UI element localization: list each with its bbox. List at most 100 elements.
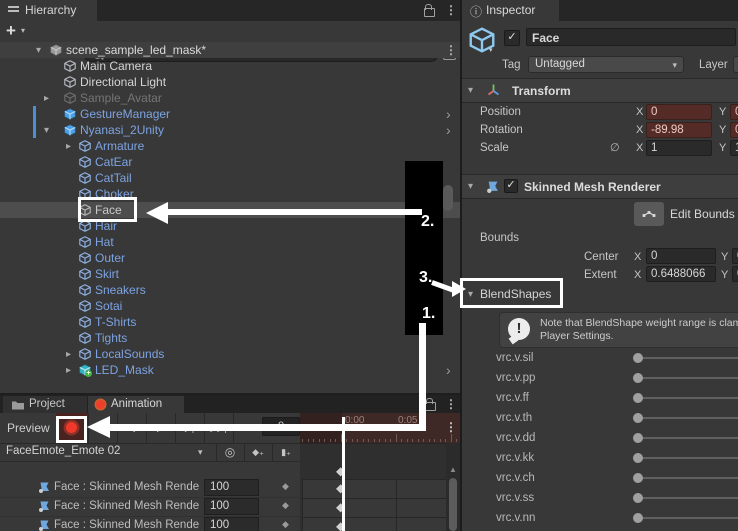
hierarchy-item-led-mask[interactable]: ▸ + LED_Mask › xyxy=(0,362,460,378)
scene-kebab-icon[interactable]: ⋮ xyxy=(445,44,457,56)
name-field[interactable]: Face xyxy=(526,28,736,46)
create-dropdown-icon[interactable]: ▾ xyxy=(21,26,25,35)
clip-dropdown[interactable]: FaceEmote_Emote 02 ▾ xyxy=(0,443,217,462)
blendshape-slider-knob[interactable] xyxy=(633,473,643,483)
prefab-open-chevron[interactable]: › xyxy=(446,363,451,377)
blendshape-slider-track[interactable] xyxy=(638,517,738,519)
hierarchy-item-armature[interactable]: ▸ Armature xyxy=(0,138,460,154)
add-event-button[interactable]: ▮₊ xyxy=(272,443,301,462)
hierarchy-item-catear[interactable]: CatEar xyxy=(0,154,460,170)
dopesheet-track-row[interactable] xyxy=(302,479,448,499)
tab-inspector[interactable]: ⓘ Inspector xyxy=(462,0,559,21)
hierarchy-item-sample-avatar[interactable]: ▸ Sample_Avatar xyxy=(0,90,460,106)
animated-property-row[interactable]: Face : Skinned Mesh Rende 100 ◆ xyxy=(0,497,300,517)
scrollbar-up-icon[interactable]: ▲ xyxy=(449,465,457,474)
hierarchy-item-directional-light[interactable]: Directional Light xyxy=(0,74,460,90)
lock-icon[interactable] xyxy=(424,4,435,17)
extent-x-field[interactable]: 0.6488066 xyxy=(646,266,716,282)
transform-header[interactable]: ▾ Transform xyxy=(462,78,738,103)
scene-row[interactable]: ▾ scene_sample_led_mask* ⋮ xyxy=(0,42,460,58)
edit-bounds-button[interactable] xyxy=(634,202,664,226)
hierarchy-item-sotai[interactable]: Sotai xyxy=(0,298,460,314)
blendshape-slider-knob[interactable] xyxy=(633,493,643,503)
kebab-menu-icon[interactable]: ⋮ xyxy=(445,4,457,16)
blendshape-slider-knob[interactable] xyxy=(633,393,643,403)
extent-y-field[interactable]: 0 xyxy=(732,266,738,282)
tab-project[interactable]: Project xyxy=(3,396,87,413)
hierarchy-item-hair[interactable]: Hair xyxy=(0,218,460,234)
dopesheet-area[interactable]: ◆ ◆ ◆ ◆ xyxy=(300,443,460,531)
blendshape-slider-knob[interactable] xyxy=(633,513,643,523)
foldout-icon[interactable]: ▸ xyxy=(66,350,71,360)
hierarchy-item-gesturemanager[interactable]: GestureManager › xyxy=(0,106,460,122)
rotation-y-field[interactable]: 0 xyxy=(730,122,738,138)
rotation-x-field[interactable]: -89.98 xyxy=(646,122,712,138)
create-object-button[interactable]: + xyxy=(6,21,16,41)
hierarchy-item-t-shirts[interactable]: T-Shirts xyxy=(0,314,460,330)
scale-link-icon[interactable]: ∅ xyxy=(610,141,620,154)
foldout-icon[interactable]: ▸ xyxy=(44,94,49,104)
skinned-mesh-renderer-header[interactable]: ▾ ✓ Skinned Mesh Renderer xyxy=(462,174,738,199)
foldout-icon[interactable]: ▸ xyxy=(66,366,71,376)
blendshape-slider-track[interactable] xyxy=(638,457,738,459)
keyframe-indicator-icon[interactable]: ◆ xyxy=(282,500,289,511)
transform-foldout-icon[interactable]: ▾ xyxy=(468,86,473,96)
active-checkbox[interactable]: ✓ xyxy=(504,30,520,46)
blendshape-slider-knob[interactable] xyxy=(633,353,643,363)
position-x-field[interactable]: 0 xyxy=(646,104,712,120)
hierarchy-item-hat[interactable]: Hat xyxy=(0,234,460,250)
prefab-open-chevron[interactable]: › xyxy=(446,123,451,137)
animation-lock-icon[interactable] xyxy=(425,398,436,411)
hierarchy-item-cattail[interactable]: CatTail xyxy=(0,170,460,186)
hierarchy-item-tights[interactable]: Tights xyxy=(0,330,460,346)
blendshape-slider-knob[interactable] xyxy=(633,413,643,423)
keyframe-indicator-icon[interactable]: ◆ xyxy=(282,481,289,492)
blendshape-slider-knob[interactable] xyxy=(633,453,643,463)
hierarchy-item-outer[interactable]: Outer xyxy=(0,250,460,266)
keyframe-indicator-icon[interactable]: ◆ xyxy=(282,519,289,530)
hierarchy-item-localsounds[interactable]: ▸ LocalSounds xyxy=(0,346,460,362)
foldout-icon[interactable]: ▾ xyxy=(44,126,49,136)
blendshape-slider-track[interactable] xyxy=(638,397,738,399)
prefab-open-chevron[interactable]: › xyxy=(446,107,451,121)
animation-kebab-icon[interactable]: ⋮ xyxy=(445,398,457,410)
animated-property-row[interactable]: Face : Skinned Mesh Rende 100 ◆ xyxy=(0,516,300,531)
tag-dropdown[interactable]: Untagged ▾ xyxy=(528,56,684,73)
blendshape-slider-track[interactable] xyxy=(638,417,738,419)
property-value-field[interactable]: 100 xyxy=(204,479,259,496)
foldout-icon[interactable]: ▸ xyxy=(66,142,71,152)
tab-animation[interactable]: Animation xyxy=(88,396,184,413)
scale-y-field[interactable]: 1 xyxy=(730,140,738,156)
dopesheet-track-row[interactable] xyxy=(302,498,448,518)
smr-foldout-icon[interactable]: ▾ xyxy=(468,182,473,192)
animated-property-row[interactable]: Face : Skinned Mesh Rende 100 ◆ xyxy=(0,478,300,498)
blendshape-slider-track[interactable] xyxy=(638,377,738,379)
playhead-line[interactable] xyxy=(342,417,345,531)
property-value-field[interactable]: 100 xyxy=(204,517,259,531)
position-y-field[interactable]: 0 xyxy=(730,104,738,120)
blendshape-slider-knob[interactable] xyxy=(633,433,643,443)
dopesheet-scrollbar-thumb[interactable] xyxy=(449,478,457,531)
blendshape-slider-knob[interactable] xyxy=(633,373,643,383)
scale-x-field[interactable]: 1 xyxy=(646,140,712,156)
hierarchy-item-sneakers[interactable]: Sneakers xyxy=(0,282,460,298)
hierarchy-item-skirt[interactable]: Skirt xyxy=(0,266,460,282)
hierarchy-item-choker[interactable]: Choker xyxy=(0,186,460,202)
property-value-field[interactable]: 100 xyxy=(204,498,259,515)
blendshape-slider-track[interactable] xyxy=(638,497,738,499)
blendshape-slider-track[interactable] xyxy=(638,477,738,479)
filter-by-selection-button[interactable]: ◎ xyxy=(216,443,245,462)
blendshape-slider-track[interactable] xyxy=(638,437,738,439)
smr-enabled-checkbox[interactable]: ✓ xyxy=(504,179,518,193)
center-x-field[interactable]: 0 xyxy=(646,248,716,264)
tab-hierarchy[interactable]: Hierarchy xyxy=(0,0,97,21)
dopesheet-track-row[interactable] xyxy=(302,517,448,531)
gameobject-icon-dropdown[interactable]: ▾ xyxy=(489,46,493,54)
scene-foldout-icon[interactable]: ▾ xyxy=(36,46,41,56)
dopesheet-kebab-icon[interactable]: ⋮ xyxy=(445,421,457,433)
blendshape-slider-track[interactable] xyxy=(638,357,738,359)
center-y-field[interactable]: 0 xyxy=(732,248,738,264)
hierarchy-scrollbar-thumb[interactable] xyxy=(443,185,453,211)
layer-dropdown[interactable] xyxy=(733,56,738,73)
hierarchy-item-main-camera[interactable]: Main Camera xyxy=(0,58,460,74)
